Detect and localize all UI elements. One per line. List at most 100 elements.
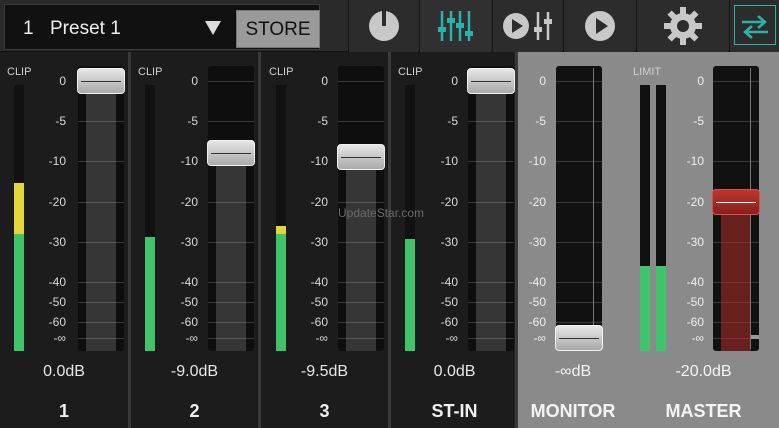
- fader-fill: [476, 81, 506, 351]
- track-tick: [556, 322, 602, 323]
- fader-track[interactable]: [712, 66, 760, 351]
- fader-fill: [216, 153, 246, 351]
- scale-label: -60: [310, 315, 328, 329]
- fader-knob[interactable]: [467, 68, 515, 94]
- level-meter: [14, 85, 24, 351]
- scale-label: -20: [528, 195, 546, 209]
- scale-label: -5: [693, 114, 704, 128]
- channel-separator: [515, 52, 518, 428]
- scale-label: -∞: [533, 331, 546, 345]
- scale-label: -20: [440, 195, 458, 209]
- channel-name: 1: [58, 401, 69, 421]
- fader-knob[interactable]: [337, 144, 385, 170]
- fader-knob[interactable]: [77, 68, 125, 94]
- fader-track[interactable]: [555, 66, 603, 351]
- scale-label: -60: [440, 315, 458, 329]
- track-tick: [556, 302, 602, 303]
- channel-strip: CLIP 0 -5 -10 -20 -30 -40 -50 -60 -∞ 0.0dB 1: [0, 52, 128, 428]
- scale-label: -30: [310, 235, 328, 249]
- scale-label: -20: [310, 195, 328, 209]
- track-tick: [556, 81, 602, 82]
- scale-label: -10: [48, 154, 66, 168]
- scale-label: 0: [321, 74, 328, 88]
- scale-label: -20: [180, 195, 198, 209]
- dropdown-arrow-icon[interactable]: [205, 21, 221, 35]
- scale-label: -5: [317, 114, 328, 128]
- scale-label: -30: [180, 235, 198, 249]
- scale-label: -40: [310, 275, 328, 289]
- channel-name: 2: [189, 401, 200, 421]
- scale-label: -50: [686, 295, 704, 309]
- track-tick: [556, 282, 602, 283]
- play-mix-button[interactable]: [492, 0, 562, 52]
- scale-label: -60: [528, 315, 546, 329]
- scale-label: -5: [187, 114, 198, 128]
- fader-track[interactable]: [207, 66, 255, 351]
- db-readout: -9.0dB: [170, 363, 219, 380]
- scale-label: -50: [440, 295, 458, 309]
- fader-track[interactable]: [77, 66, 125, 351]
- fader-fill: [346, 157, 376, 351]
- fader-knob[interactable]: [555, 325, 603, 351]
- scale-label: -50: [180, 295, 198, 309]
- scale-label: -20: [48, 195, 66, 209]
- watermark-text: UpdateStar.com: [338, 206, 425, 220]
- meter-level-green: [405, 239, 415, 351]
- scale-label: 0: [697, 74, 704, 88]
- track-tick: [208, 81, 254, 82]
- channel-strip: CLIP 0 -5 -10 -20 -30 -40 -50 -60 -∞ -9.0dB 2: [131, 52, 258, 428]
- power-icon: [368, 11, 399, 41]
- store-button[interactable]: STORE: [236, 10, 320, 48]
- meter-level-green: [640, 265, 650, 351]
- mixer-faders-icon: [437, 11, 473, 41]
- track-tick: [556, 121, 602, 122]
- meter-level-green: [145, 236, 155, 351]
- scale-label: -10: [310, 154, 328, 168]
- clip-label: CLIP: [398, 66, 423, 78]
- track-tick: [556, 161, 602, 162]
- level-meter: [276, 85, 286, 351]
- scale-label: -40: [180, 275, 198, 289]
- track-tick: [556, 202, 602, 203]
- fader-knob[interactable]: [207, 140, 255, 166]
- channel-name: 3: [319, 401, 330, 421]
- track-tick: [713, 81, 759, 82]
- scale-label: 0: [59, 74, 66, 88]
- scale-label: 0: [191, 74, 198, 88]
- scale-label: -40: [440, 275, 458, 289]
- scale-label: -40: [528, 275, 546, 289]
- scale-label: -30: [48, 235, 66, 249]
- scale-label: -10: [180, 154, 198, 168]
- track-tick: [713, 161, 759, 162]
- db-readout: -9.5dB: [300, 363, 349, 380]
- play-button[interactable]: [563, 0, 635, 52]
- scale-label: -∞: [53, 331, 66, 345]
- channel-strip: CLIP 0 -5 -10 -20 -30 -40 -50 -60 -∞ -9.5dB 3: [261, 52, 388, 428]
- fader-fill: [86, 81, 116, 351]
- fader-knob[interactable]: [712, 189, 760, 215]
- mixer-view-button[interactable]: [419, 0, 491, 52]
- level-meter: [640, 85, 650, 351]
- fader-track[interactable]: [467, 66, 515, 351]
- settings-button[interactable]: [636, 0, 728, 52]
- preset-selector[interactable]: 1 Preset 1 STORE: [4, 4, 320, 50]
- meter-peak-mark: [751, 335, 759, 339]
- level-meter: [145, 85, 155, 351]
- scale-label: -∞: [445, 331, 458, 345]
- scale-label: -10: [528, 154, 546, 168]
- preset-number: 1: [23, 18, 34, 39]
- channel-name: MASTER: [665, 401, 742, 421]
- scale-label: -40: [686, 275, 704, 289]
- clip-label: CLIP: [7, 66, 32, 78]
- swap-button[interactable]: [729, 0, 779, 52]
- scale-label: -60: [180, 315, 198, 329]
- meter-level-yellow: [14, 183, 24, 234]
- db-readout: 0.0dB: [43, 363, 85, 380]
- scale-label: -5: [55, 114, 66, 128]
- scale-label: -10: [440, 154, 458, 168]
- channel-strip: LIMIT 0 -5 -10 -20 -30 -40 -50 -60 -∞ -20.0dB MASTE…: [628, 52, 779, 428]
- channel-separator: [388, 52, 391, 428]
- scale-label: -10: [686, 154, 704, 168]
- scale-label: -20: [686, 195, 704, 209]
- power-button[interactable]: [348, 0, 418, 52]
